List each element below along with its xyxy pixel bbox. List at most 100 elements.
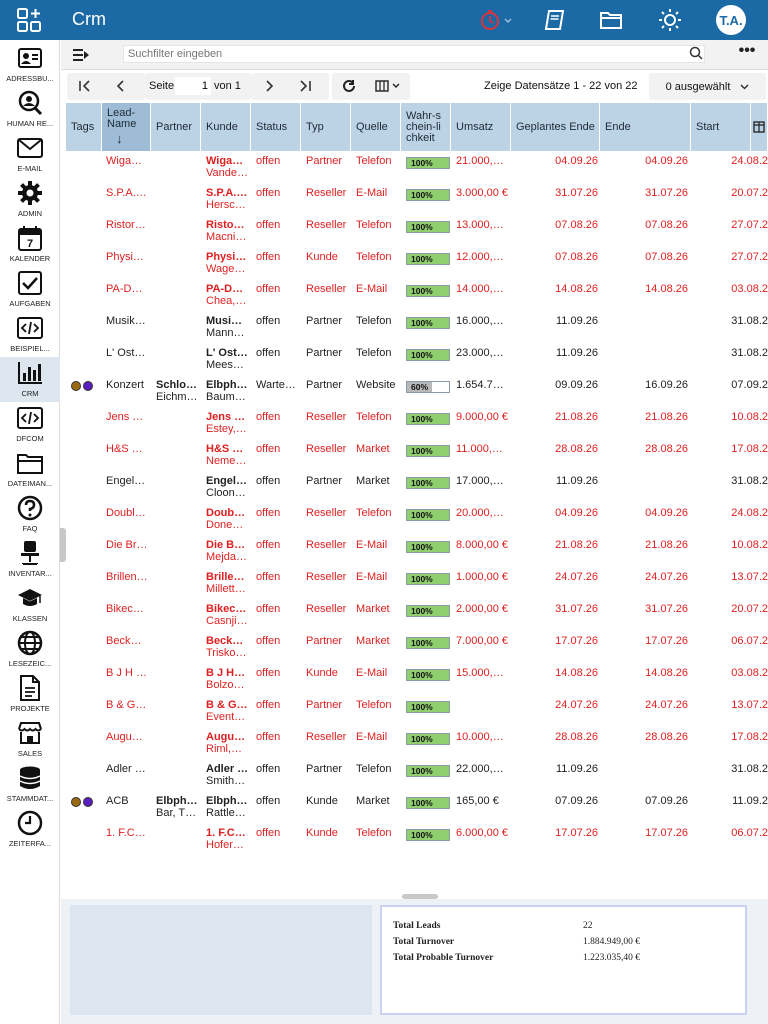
sidebar-item-inventar[interactable]: INVENTAR... <box>0 537 60 582</box>
kunde-contact: Hofer… <box>206 839 244 851</box>
lead-name-cell: Brillen… <box>106 571 148 583</box>
more-options-icon[interactable]: ••• <box>737 43 757 64</box>
table-row[interactable]: S.P.A.… S.P.A.… Hersc… offen Reseller E-Mail 1… <box>66 183 768 215</box>
table-row[interactable]: Brillen… Brille… Millett… offen Reseller E-Ma… <box>66 567 768 599</box>
probability-bar: 100% <box>406 349 450 361</box>
table-row[interactable]: Ristor… Risto… Macni… offen Reseller Telefon 1… <box>66 215 768 247</box>
sidebar-item-stammdat[interactable]: STAMMDAT... <box>0 762 60 807</box>
table-row[interactable]: Bikec… Bikec… Casnji… offen Reseller Market 10… <box>66 599 768 631</box>
sidebar-item-aufgaben[interactable]: AUFGABEN <box>0 267 60 312</box>
column-header-quelle[interactable]: Quelle <box>351 103 401 151</box>
column-header-kunde[interactable]: Kunde <box>201 103 251 151</box>
page-number-input[interactable] <box>175 77 211 95</box>
table-row[interactable]: L' Ost… L' Ost… Mees… offen Partner Telefon 10… <box>66 343 768 375</box>
kunde-cell: Augu… Riml,… <box>206 731 250 755</box>
table-row[interactable]: Jens … Jens … Estey,… offen Reseller Telefon 1… <box>66 407 768 439</box>
toggle-panel-icon[interactable] <box>69 45 93 65</box>
user-avatar[interactable]: T.A. <box>716 5 746 35</box>
table-row[interactable]: Physi… Physi… Wage… offen Kunde Telefon 100% 12… <box>66 247 768 279</box>
table-row[interactable]: ACB Elbph… Bar, T… Elbph… Rattle… offen Kunde M… <box>66 791 768 823</box>
column-header-probability[interactable]: Wahr-schein-lichkeit <box>401 103 451 151</box>
sidebar-item-projekte[interactable]: PROJEKTE <box>0 672 60 717</box>
column-header-status[interactable]: Status <box>251 103 301 151</box>
column-header-planned-end[interactable]: Geplantes Ende <box>511 103 600 151</box>
table-row[interactable]: Augu… Augu… Riml,… offen Reseller E-Mail 100% 1… <box>66 727 768 759</box>
sidebar-item-admin[interactable]: ADMIN <box>0 177 60 222</box>
sidebar-item-dfcom[interactable]: DFCOM <box>0 402 60 447</box>
probability-label: 100% <box>411 414 433 424</box>
next-page-icon[interactable] <box>254 75 284 97</box>
refresh-icon[interactable] <box>334 75 364 97</box>
sidebar-item-lesezeic[interactable]: LESEZEIC... <box>0 627 60 672</box>
store-icon <box>16 719 44 747</box>
kunde-name: B J H… <box>206 667 246 679</box>
column-header-tags[interactable]: Tags <box>66 103 102 151</box>
lead-name-cell: Adler … <box>106 763 146 775</box>
apps-grid-icon[interactable] <box>14 6 44 34</box>
sidebar-item-human-re[interactable]: HUMAN RE... <box>0 87 60 132</box>
column-header-start[interactable]: Start <box>691 103 751 151</box>
quelle-cell: Website <box>356 379 396 391</box>
theme-sun-icon[interactable] <box>655 6 685 34</box>
column-header-lead-name[interactable]: Lead-Name ↓ <box>102 103 151 151</box>
sidebar-item-sales[interactable]: SALES <box>0 717 60 762</box>
end-date-cell: 17.07.26 <box>645 827 688 839</box>
column-header-typ[interactable]: Typ <box>301 103 351 151</box>
table-row[interactable]: B J H … B J H… Bolzo… offen Kunde E-Mail 100% 1… <box>66 663 768 695</box>
sidebar-item-klassen[interactable]: KLASSEN <box>0 582 60 627</box>
table-row[interactable]: H&S … H&S … Neme… offen Reseller Market 100% 11… <box>66 439 768 471</box>
search-icon[interactable] <box>689 46 703 60</box>
sidebar-item-faq[interactable]: FAQ <box>0 492 60 537</box>
planned-end-cell: 07.08.26 <box>555 219 598 231</box>
last-page-icon[interactable] <box>290 75 320 97</box>
sidebar-item-kalender[interactable]: 7 KALENDER <box>0 222 60 267</box>
column-header-partner[interactable]: Partner <box>151 103 201 151</box>
columns-layout-icon[interactable] <box>371 75 407 97</box>
probability-label: 100% <box>411 734 433 744</box>
folder-icon[interactable] <box>596 6 626 34</box>
sidebar-item-zeiterfa[interactable]: ZEITERFA... <box>0 807 60 852</box>
sidebar-item-beispiel[interactable]: BEISPIEL... <box>0 312 60 357</box>
table-row[interactable]: Konzert Schlo… Eichm… Elbph… Baum… Warte… Part… <box>66 375 768 407</box>
document-icon <box>16 674 44 702</box>
table-row[interactable]: Engel… Engel… Cloon… offen Partner Market 100%… <box>66 471 768 503</box>
probability-label: 100% <box>411 798 433 808</box>
sidebar-item-crm[interactable]: CRM <box>0 357 60 402</box>
lead-name-cell: H&S … <box>106 443 143 455</box>
sidebar-item-dateiman[interactable]: DATEIMAN... <box>0 447 60 492</box>
search-input[interactable] <box>123 45 705 63</box>
timer-dropdown-icon[interactable] <box>474 6 514 34</box>
column-header-umsatz[interactable]: Umsatz <box>451 103 511 151</box>
chevron-down-icon <box>740 84 749 89</box>
typ-cell: Kunde <box>306 251 338 263</box>
previous-page-icon[interactable] <box>106 75 136 97</box>
table-row[interactable]: PA-D… PA-D… Chea,… offen Reseller E-Mail 100% 1… <box>66 279 768 311</box>
table-row[interactable]: Doubl… Doub… Done… offen Reseller Telefon 100%… <box>66 503 768 535</box>
probability-bar: 100% <box>406 573 450 585</box>
clock-icon <box>16 809 44 837</box>
typ-cell: Partner <box>306 475 343 487</box>
table-row[interactable]: Die Br… Die B… Mejda… offen Reseller E-Mail 10… <box>66 535 768 567</box>
grid-header: Tags Lead-Name ↓ Partner Kunde Status Ty… <box>66 103 768 151</box>
table-row[interactable]: Beck… Beck… Trisko… offen Partner Market 100% 7… <box>66 631 768 663</box>
first-page-icon[interactable] <box>70 75 100 97</box>
start-date-cell: 06.07.2 <box>731 635 768 647</box>
table-row[interactable]: B & G… B & G… Event… offen Partner Telefon 100… <box>66 695 768 727</box>
table-row[interactable]: 1. F.C… 1. F.C… Hofer… offen Kunde Telefon 100… <box>66 823 768 855</box>
probability-bar: 100% <box>406 317 450 329</box>
selection-dropdown[interactable]: 0 ausgewählt <box>649 73 766 100</box>
typ-cell: Kunde <box>306 667 338 679</box>
sidebar-item-e-mail[interactable]: E-MAIL <box>0 132 60 177</box>
probability-bar: 100% <box>406 605 450 617</box>
table-row[interactable]: Wiga… Wiga… Vande… offen Partner Telefon 100% 2… <box>66 151 768 183</box>
sidebar-item-adressbu[interactable]: ADRESSBU... <box>0 42 60 87</box>
start-date-cell: 31.08.2 <box>731 347 768 359</box>
start-date-cell: 07.09.2 <box>731 379 768 391</box>
column-chooser-icon[interactable] <box>751 103 768 151</box>
column-header-ende[interactable]: Ende <box>600 103 691 151</box>
table-row[interactable]: Musik… Musi… Mann… offen Partner Telefon 100% 1… <box>66 311 768 343</box>
book-icon[interactable] <box>540 6 570 34</box>
table-row[interactable]: Adler … Adler … Smith… offen Partner Telefon 1… <box>66 759 768 791</box>
lead-name-cell: Konzert <box>106 379 144 391</box>
probability-label: 100% <box>411 286 433 296</box>
